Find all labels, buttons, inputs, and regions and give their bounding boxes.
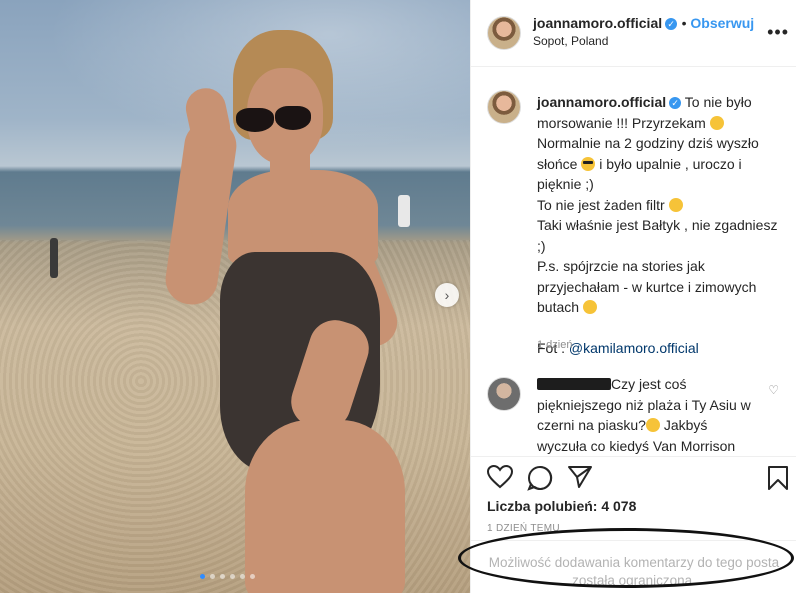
- carousel-dot: [200, 574, 205, 579]
- post-sidebar: joannamoro.official ✓ • Obserwuj Sopot, P…: [458, 0, 796, 594]
- tongue-emoji-icon: [582, 300, 597, 314]
- post-photo[interactable]: ›: [0, 0, 470, 593]
- verified-badge-icon: ✓: [669, 97, 682, 110]
- commenter-avatar[interactable]: [487, 377, 521, 411]
- caption-line: P.s. spójrzcie na stories jak przyjechał…: [537, 258, 757, 315]
- redacted-username: [537, 378, 611, 390]
- caption-avatar[interactable]: [487, 90, 521, 124]
- carousel-dot: [220, 574, 225, 579]
- carousel-dot: [230, 574, 235, 579]
- carousel-dots: [200, 574, 255, 579]
- avatar[interactable]: [487, 16, 521, 50]
- action-bar: [471, 456, 796, 497]
- person-background-1: [50, 238, 58, 278]
- carousel-dot: [210, 574, 215, 579]
- header-user-block: joannamoro.official ✓ • Obserwuj: [533, 15, 755, 31]
- grin-emoji-icon: [709, 115, 724, 130]
- follow-button[interactable]: Obserwuj: [690, 15, 754, 31]
- carousel-dot: [240, 574, 245, 579]
- annotation-oval: [458, 528, 794, 588]
- sunglasses-emoji-icon: [581, 156, 596, 171]
- bookmark-icon[interactable]: [767, 465, 789, 491]
- more-options-icon[interactable]: •••: [767, 22, 789, 43]
- verified-badge-icon: ✓: [665, 17, 678, 30]
- sunglasses: [236, 108, 274, 132]
- likes-count[interactable]: Liczba polubień: 4 078: [487, 498, 636, 514]
- caption: joannamoro.official ✓ To nie było morsowa…: [537, 92, 783, 358]
- location-link[interactable]: Sopot, Poland: [533, 34, 608, 48]
- caption-age: 1 dzień: [537, 339, 573, 351]
- comment: Czy jest coś piękniejszego niż plaża i T…: [537, 374, 757, 456]
- comments-restricted-notice: Możliwość dodawania komentarzy do tego p…: [458, 528, 796, 594]
- heart-icon[interactable]: [487, 465, 513, 489]
- smile-emoji-icon: [645, 418, 660, 432]
- carousel-dot: [250, 574, 255, 579]
- instagram-post: › joannamoro.official ✓ • Obserwuj Sopot,…: [0, 0, 796, 593]
- wink-emoji-icon: [668, 197, 683, 212]
- mention-link[interactable]: @kamilamoro.official: [569, 340, 699, 356]
- person-background-2: [398, 195, 410, 227]
- username-link[interactable]: joannamoro.official: [533, 15, 662, 31]
- chevron-right-icon: ›: [444, 287, 450, 303]
- caption-username[interactable]: joannamoro.official: [537, 94, 666, 110]
- comment-like-icon[interactable]: ♡: [768, 383, 779, 397]
- post-header: joannamoro.official ✓ • Obserwuj Sopot, P…: [471, 0, 796, 67]
- comment-icon[interactable]: [527, 465, 553, 491]
- share-icon[interactable]: [567, 465, 593, 489]
- caption-line: To nie jest żaden filtr: [537, 196, 665, 213]
- caption-line: Taki właśnie jest Bałtyk , nie zgadniesz…: [537, 217, 778, 254]
- next-slide-button[interactable]: ›: [435, 283, 459, 307]
